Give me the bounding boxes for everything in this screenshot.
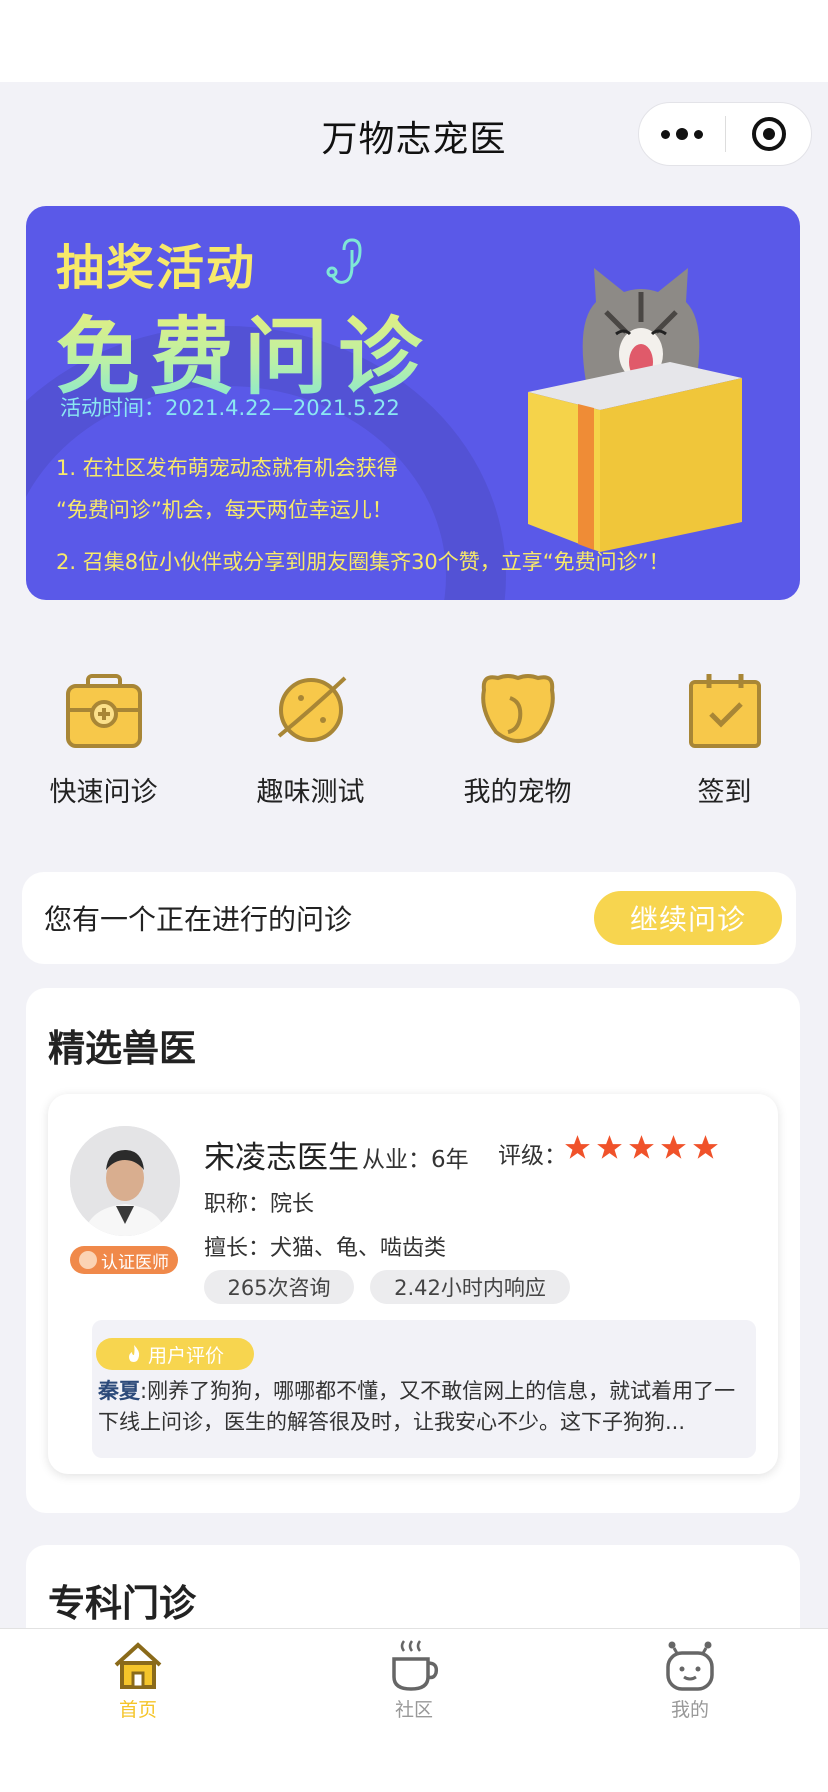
star-icon — [597, 1135, 622, 1159]
promo-banner[interactable]: 抽奖活动 免费问诊 活动时间：2021.4.22—2021.5.22 1. 在社… — [26, 206, 800, 600]
tab-mine[interactable]: 我的 — [552, 1629, 828, 1792]
quick-actions: 快速问诊 趣味测试 我的宠物 签到 — [0, 670, 828, 820]
vet-specialty: 擅长：犬猫、龟、啮齿类 — [204, 1236, 447, 1261]
close-button[interactable] — [726, 103, 811, 165]
banner-subtitle: 抽奖活动 — [56, 240, 257, 296]
star-icon — [661, 1135, 686, 1159]
quick-action-label: 趣味测试 — [256, 777, 365, 808]
quick-action-pets[interactable]: 我的宠物 — [414, 670, 621, 820]
calendar-check-icon — [688, 674, 761, 748]
quick-action-label: 签到 — [697, 777, 752, 808]
quick-action-consult[interactable]: 快速问诊 — [0, 670, 207, 820]
response-time-tag: 2.42小时内响应 — [370, 1270, 570, 1304]
banner-rule-1b: “免费问诊”机会，每天两位幸运儿！ — [56, 498, 393, 522]
pending-consult-bar: 您有一个正在进行的问诊 继续问诊 — [22, 872, 796, 964]
tab-label: 社区 — [394, 1699, 433, 1721]
quick-action-test[interactable]: 趣味测试 — [207, 670, 414, 820]
coffee-cup-icon — [392, 1640, 439, 1691]
section-title: 专科门诊 — [48, 1582, 196, 1625]
user-review: 用户评价 秦夏:刚养了狗狗，哪哪都不懂，又不敢信网上的信息，就试着用了一下线上问… — [92, 1320, 756, 1458]
review-text: 秦夏:刚养了狗狗，哪哪都不懂，又不敢信网上的信息，就试着用了一下线上问诊，医生的… — [98, 1376, 748, 1438]
nav-bar: 万物志宠医 — [0, 82, 828, 190]
page-title: 万物志宠医 — [321, 119, 507, 160]
section-title: 精选兽医 — [48, 1027, 196, 1070]
tab-label: 我的 — [670, 1699, 709, 1721]
status-bar — [0, 0, 828, 82]
review-content: :刚养了狗狗，哪哪都不懂，又不敢信网上的信息，就试着用了一下线上问诊，医生的解答… — [98, 1379, 736, 1434]
medical-kit-icon — [65, 674, 142, 748]
pending-consult-text: 您有一个正在进行的问诊 — [44, 903, 353, 936]
gift-box-illustration — [528, 362, 742, 552]
vet-card[interactable]: 认证医师 宋凌志医生 从业：6年 评级： 职称：院长 擅长：犬猫、龟、啮齿类 2… — [48, 1094, 778, 1474]
quick-action-checkin[interactable]: 签到 — [621, 670, 828, 820]
robot-face-icon — [666, 1641, 714, 1691]
more-menu-button[interactable] — [639, 103, 725, 165]
featured-vets-section: 精选兽医 认证医师 宋凌志医生 从业：6年 评级： 职称：院长 擅长：犬猫、龟、… — [26, 988, 800, 1513]
tab-community[interactable]: 社区 — [276, 1629, 552, 1792]
fire-icon — [128, 1345, 140, 1362]
review-badge: 用户评价 — [96, 1338, 254, 1370]
vet-title: 职称：院长 — [204, 1192, 315, 1217]
planet-icon — [277, 676, 346, 742]
tab-label: 首页 — [118, 1699, 157, 1721]
pet-face-icon — [480, 674, 555, 743]
stethoscope-icon — [326, 238, 362, 284]
close-target-icon — [751, 117, 786, 151]
banner-rule-1: 1. 在社区发布萌宠动态就有机会获得 — [56, 456, 398, 480]
vet-name: 宋凌志医生 — [204, 1140, 359, 1176]
star-icon — [629, 1135, 654, 1159]
mini-program-capsule — [638, 102, 812, 166]
banner-time: 活动时间：2021.4.22—2021.5.22 — [60, 396, 400, 420]
certified-badge: 认证医师 — [70, 1246, 178, 1274]
consult-count-tag: 265次咨询 — [204, 1270, 354, 1304]
certified-label: 认证医师 — [101, 1252, 169, 1273]
home-icon — [114, 1642, 162, 1689]
avatar — [70, 1126, 180, 1236]
quick-action-label: 快速问诊 — [49, 777, 158, 808]
tab-bar: 首页 社区 我的 — [0, 1628, 828, 1792]
continue-consult-button[interactable]: 继续问诊 — [594, 891, 782, 945]
review-badge-label: 用户评价 — [147, 1344, 224, 1367]
tab-home[interactable]: 首页 — [0, 1629, 276, 1792]
review-user: 秦夏 — [98, 1379, 140, 1403]
shield-icon — [79, 1251, 97, 1269]
star-icon — [565, 1135, 590, 1159]
quick-action-label: 我的宠物 — [463, 777, 572, 808]
star-icon — [693, 1135, 718, 1159]
rating-stars — [564, 1134, 719, 1161]
vet-rating-label: 评级： — [498, 1143, 567, 1169]
vet-experience: 从业：6年 — [362, 1147, 469, 1173]
